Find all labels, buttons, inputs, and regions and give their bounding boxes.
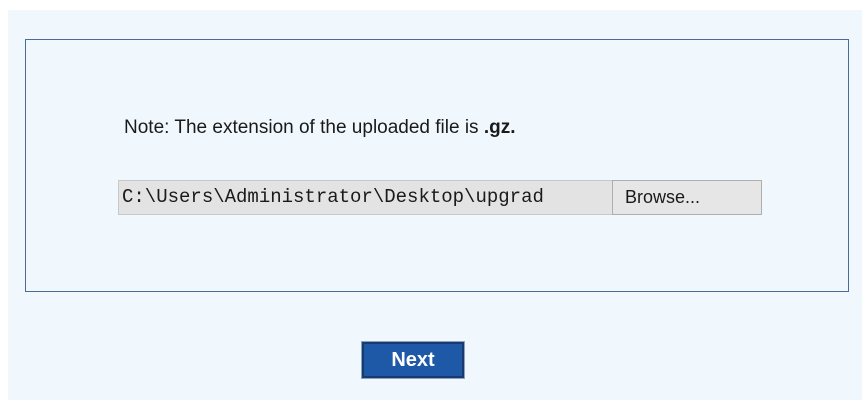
page-background: Note: The extension of the uploaded file… <box>8 10 862 400</box>
file-input-group: C:\Users\Administrator\Desktop\upgrad Br… <box>118 180 762 215</box>
upload-note: Note: The extension of the uploaded file… <box>124 117 516 139</box>
note-text: The extension of the uploaded file is <box>169 117 484 138</box>
upload-panel: Note: The extension of the uploaded file… <box>25 39 849 292</box>
note-label: Note: <box>124 117 170 138</box>
next-button[interactable]: Next <box>361 341 465 379</box>
file-extension: .gz. <box>483 117 516 138</box>
browse-button[interactable]: Browse... <box>612 180 762 215</box>
file-path-field[interactable]: C:\Users\Administrator\Desktop\upgrad <box>118 180 612 215</box>
